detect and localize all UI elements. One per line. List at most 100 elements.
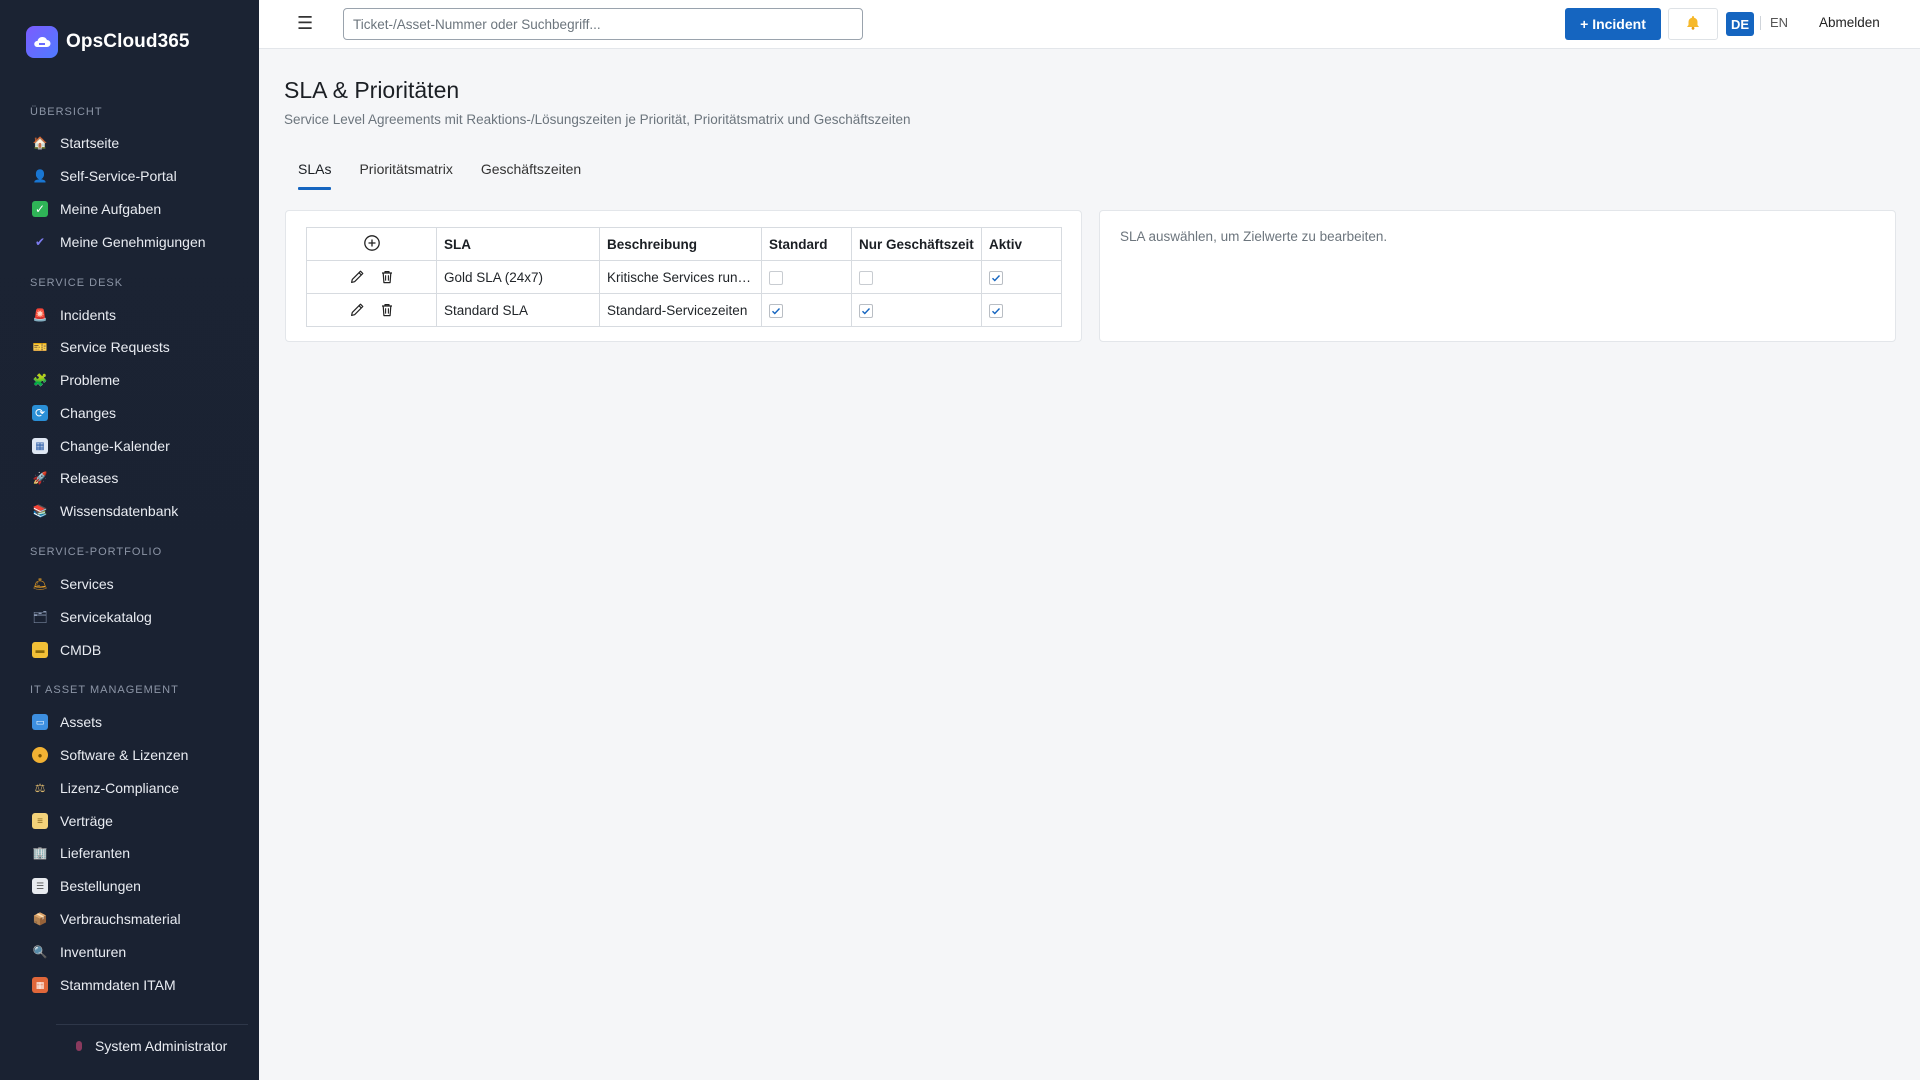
- sidebar-item-cmdb[interactable]: ▬ CMDB: [32, 638, 101, 662]
- user-menu[interactable]: System Administrator: [76, 1038, 227, 1054]
- search-input[interactable]: [343, 8, 863, 40]
- description-text: Kritische Services rund um die Uhr: [607, 269, 753, 285]
- siren-icon: 🚨: [32, 308, 48, 322]
- sidebar-item-verbrauchsmaterial[interactable]: 📦 Verbrauchsmaterial: [32, 907, 181, 931]
- folder-icon: ▬: [32, 642, 48, 658]
- brand[interactable]: OpsCloud365: [26, 26, 190, 58]
- disc-icon: ●: [32, 747, 48, 763]
- notifications-button[interactable]: [1668, 8, 1718, 40]
- sla-detail-card: SLA auswählen, um Zielwerte zu bearbeite…: [1099, 210, 1896, 342]
- calendar-icon: ▦: [32, 438, 48, 454]
- sidebar-item-stammdaten-itam[interactable]: ▦ Stammdaten ITAM: [32, 973, 176, 997]
- cell-active: [981, 293, 1062, 327]
- sidebar-item-label: Lizenz-Compliance: [60, 780, 180, 796]
- checkbox-icon: ✓: [32, 201, 48, 217]
- sidebar-item-label: CMDB: [60, 642, 102, 658]
- active-checkbox[interactable]: [989, 270, 1003, 285]
- sidebar-item-inventuren[interactable]: 🔍 Inventuren: [32, 940, 127, 964]
- language-divider: [1760, 16, 1761, 30]
- sidebar-item-bestellungen[interactable]: ☰ Bestellungen: [32, 874, 141, 898]
- bell-icon: [1686, 15, 1700, 33]
- sidebar-item-service-requests[interactable]: 🎫 Service Requests: [32, 335, 170, 359]
- table-row[interactable]: Gold SLA (24x7) Kritische Services rund …: [306, 260, 1062, 294]
- sidebar-item-label: Assets: [60, 714, 103, 730]
- sidebar-item-vertraege[interactable]: ≡ Verträge: [32, 809, 113, 833]
- sidebar-item-services[interactable]: 🛎 Services: [32, 572, 114, 596]
- new-incident-button[interactable]: + Incident: [1565, 8, 1661, 40]
- language-de-button[interactable]: DE: [1726, 12, 1754, 36]
- edit-pencil-icon[interactable]: [348, 301, 366, 319]
- sidebar-item-software-lizenzen[interactable]: ● Software & Lizenzen: [32, 743, 188, 767]
- description-text: Standard-Servicezeiten: [607, 302, 748, 318]
- user-icon: [76, 1041, 82, 1051]
- bell-service-icon: 🛎: [32, 577, 48, 591]
- trash-icon[interactable]: [378, 268, 396, 286]
- sidebar-item-label: Wissensdatenbank: [60, 503, 179, 519]
- sidebar-item-label: Change-Kalender: [60, 438, 170, 454]
- bricks-icon: ▦: [32, 977, 48, 993]
- row-actions: [306, 260, 437, 294]
- building-icon: 🏢: [32, 846, 48, 860]
- language-en-button[interactable]: EN: [1770, 15, 1788, 30]
- sidebar-divider: [56, 1024, 248, 1025]
- column-header-beschreibung[interactable]: Beschreibung: [599, 227, 762, 261]
- business-hours-checkbox[interactable]: [859, 303, 873, 318]
- magnifier-icon: 🔍: [32, 945, 48, 959]
- sidebar-item-meine-genehmigungen[interactable]: ✔ Meine Genehmigungen: [32, 230, 206, 254]
- sidebar-item-label: Software & Lizenzen: [60, 747, 189, 763]
- sidebar-item-assets[interactable]: ▭ Assets: [32, 710, 102, 734]
- sidebar-item-startseite[interactable]: 🏠 Startseite: [32, 131, 120, 155]
- cell-description: Standard-Servicezeiten: [599, 293, 762, 327]
- section-service-portfolio: SERVICE-PORTFOLIO: [30, 546, 163, 558]
- laptop-icon: ▭: [32, 714, 48, 730]
- sidebar-item-self-service-portal[interactable]: 👤 Self-Service-Portal: [32, 164, 177, 188]
- sidebar-item-probleme[interactable]: 🧩 Probleme: [32, 368, 120, 392]
- cell-active: [981, 260, 1062, 294]
- sidebar-item-lizenz-compliance[interactable]: ⚖ Lizenz-Compliance: [32, 776, 179, 800]
- sidebar-item-label: Releases: [60, 470, 119, 486]
- cell-business-hours: [851, 260, 982, 294]
- table-row[interactable]: Standard SLA Standard-Servicezeiten: [306, 293, 1062, 327]
- sidebar-item-label: Changes: [60, 405, 117, 421]
- sidebar-item-wissensdatenbank[interactable]: 📚 Wissensdatenbank: [32, 499, 179, 523]
- page-subtitle: Service Level Agreements mit Reaktions-/…: [284, 112, 911, 127]
- edit-pencil-icon[interactable]: [348, 268, 366, 286]
- sidebar-item-change-kalender[interactable]: ▦ Change-Kalender: [32, 434, 170, 458]
- scroll-icon: ≡: [32, 813, 48, 829]
- hamburger-menu-icon[interactable]: ☰: [297, 13, 313, 34]
- tab-slas[interactable]: SLAs: [284, 156, 345, 190]
- ticket-icon: 🎫: [32, 340, 48, 354]
- table-header-row: SLA Beschreibung Standard Nur Geschäftsz…: [306, 227, 1062, 261]
- sidebar-item-label: Lieferanten: [60, 845, 131, 861]
- sidebar-item-label: Service Requests: [60, 339, 170, 355]
- column-header-standard[interactable]: Standard: [761, 227, 852, 261]
- sla-list-card: SLA Beschreibung Standard Nur Geschäftsz…: [285, 210, 1082, 342]
- cell-business-hours: [851, 293, 982, 327]
- tab-prioritaetsmatrix[interactable]: Prioritätsmatrix: [345, 156, 466, 190]
- sidebar-item-incidents[interactable]: 🚨 Incidents: [32, 303, 117, 327]
- sidebar-item-label: Startseite: [60, 135, 120, 151]
- sidebar-item-meine-aufgaben[interactable]: ✓ Meine Aufgaben: [32, 197, 161, 221]
- standard-checkbox[interactable]: [769, 270, 783, 285]
- active-checkbox[interactable]: [989, 303, 1003, 318]
- scales-icon: ⚖: [34, 781, 46, 795]
- column-header-aktiv[interactable]: Aktiv: [981, 227, 1062, 261]
- sidebar-item-label: Services: [60, 576, 114, 592]
- row-actions: [306, 293, 437, 327]
- column-header-nur-geschaeftszeit[interactable]: Nur Geschäftszeit: [851, 227, 982, 261]
- sidebar-item-releases[interactable]: 🚀 Releases: [32, 466, 119, 490]
- plus-circle-icon: [363, 234, 381, 252]
- sidebar-item-lieferanten[interactable]: 🏢 Lieferanten: [32, 841, 131, 865]
- tab-geschaeftszeiten[interactable]: Geschäftszeiten: [467, 156, 595, 190]
- column-header-sla[interactable]: SLA: [436, 227, 600, 261]
- sidebar-item-label: Verträge: [60, 813, 113, 829]
- sidebar-item-label: Verbrauchsmaterial: [60, 911, 181, 927]
- standard-checkbox[interactable]: [769, 303, 783, 318]
- sidebar-item-servicekatalog[interactable]: 🗂 Servicekatalog: [32, 605, 151, 629]
- logout-button[interactable]: Abmelden: [1819, 15, 1880, 30]
- business-hours-checkbox[interactable]: [859, 270, 873, 285]
- sidebar-item-changes[interactable]: ⟳ Changes: [32, 401, 116, 425]
- trash-icon[interactable]: [378, 301, 396, 319]
- add-sla-button[interactable]: [306, 227, 437, 261]
- sidebar-item-label: Self-Service-Portal: [60, 168, 177, 184]
